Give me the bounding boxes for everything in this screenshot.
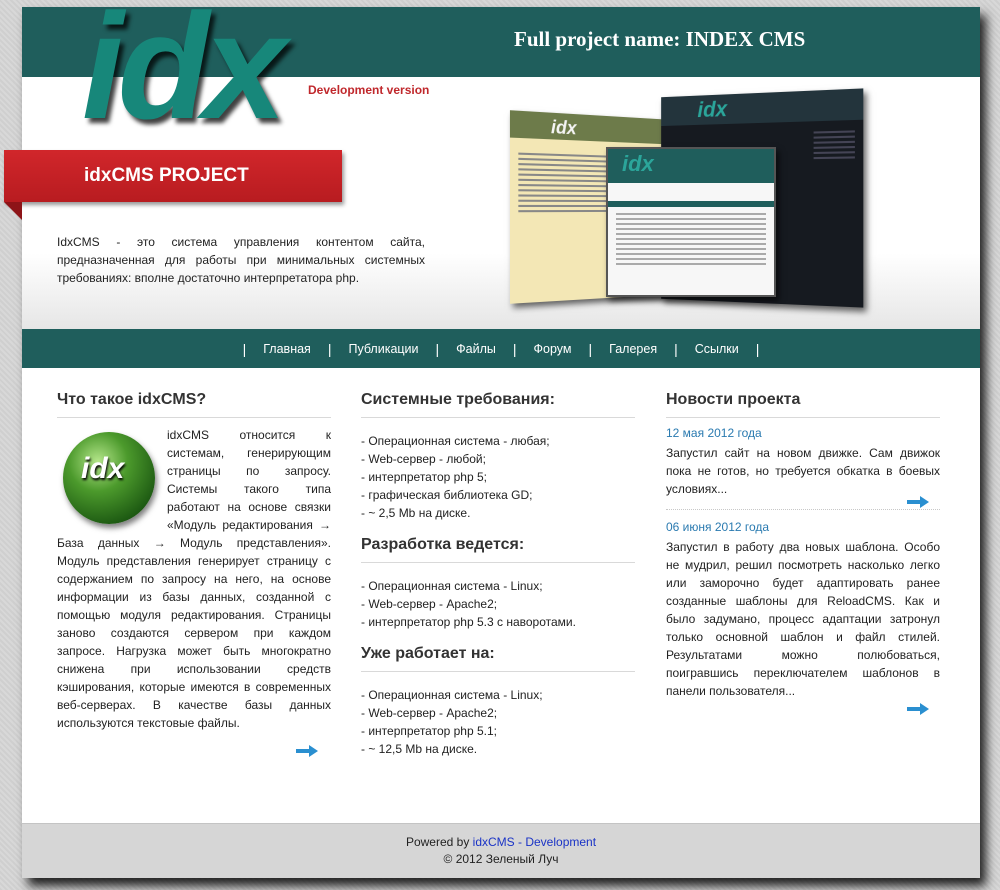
nav-item-links[interactable]: Ссылки	[680, 342, 754, 356]
news-text: Запустил сайт на новом движке. Сам движо…	[666, 446, 940, 496]
nav-item-gallery[interactable]: Галерея	[594, 342, 672, 356]
news-text: Запустил в работу два новых шаблона. Осо…	[666, 540, 940, 698]
requirements-column: Системные требования: - Операционная сис…	[361, 391, 635, 772]
list-item: - интерпретатор php 5.3 с наворотами.	[361, 615, 576, 629]
collage-lines	[616, 213, 766, 268]
ribbon-fold	[4, 202, 22, 220]
list-item: - Web-сервер - любой;	[361, 452, 486, 466]
list-item: - ~ 12,5 Mb на диске.	[361, 742, 478, 756]
collage-logo: idx	[697, 96, 728, 122]
nav-item-publications[interactable]: Публикации	[333, 342, 433, 356]
news-date[interactable]: 12 мая 2012 года	[666, 426, 940, 440]
nav-separator: |	[242, 340, 247, 357]
read-more-arrow-icon[interactable]	[907, 496, 929, 508]
collage-nav-bar	[608, 201, 774, 207]
collage-logo: idx	[550, 116, 577, 139]
ribbon-label: idxCMS PROJECT	[84, 165, 249, 186]
read-more-arrow-icon[interactable]	[296, 745, 318, 757]
list-item: - ~ 2,5 Mb на диске.	[361, 506, 471, 520]
dev-version-label: Development version	[308, 83, 430, 97]
list-item: - Операционная система - Linux;	[361, 688, 543, 702]
list-item: - Операционная система - любая;	[361, 434, 550, 448]
news-date[interactable]: 06 июня 2012 года	[666, 520, 940, 534]
about-title: Что такое idxCMS?	[57, 391, 331, 418]
nav-separator: |	[674, 340, 678, 357]
nav-item-home[interactable]: Главная	[248, 342, 326, 356]
idx-logo[interactable]: idx	[82, 0, 287, 141]
news-divider	[666, 498, 940, 510]
list-item: - Web-сервер - Apache2;	[361, 706, 498, 720]
template-screenshot-teal: idx	[606, 147, 776, 297]
read-more-arrow-icon[interactable]	[907, 703, 929, 715]
nav-item-forum[interactable]: Форум	[519, 342, 587, 356]
footer: Powered by idxCMS - Development © 2012 З…	[22, 823, 980, 878]
list-item: - Web-сервер - Apache2;	[361, 597, 498, 611]
nav-separator: |	[512, 340, 517, 357]
idxcms-link[interactable]: idxCMS - Development	[473, 835, 596, 849]
collage-lines	[813, 130, 855, 162]
nav-separator: |	[755, 340, 760, 357]
development-title: Разработка ведется:	[361, 536, 635, 563]
development-list: - Операционная система - Linux; - Web-се…	[361, 577, 635, 631]
powered-by-label: Powered by	[405, 835, 470, 849]
nav-separator: |	[327, 340, 332, 357]
nav-item-files[interactable]: Файлы	[441, 342, 511, 356]
news-column: Новости проекта 12 мая 2012 года Запусти…	[666, 391, 940, 700]
works-on-title: Уже работает на:	[361, 645, 635, 672]
ball-logo-text: idx	[81, 452, 125, 485]
requirements-title: Системные требования:	[361, 391, 635, 418]
list-item: - интерпретатор php 5;	[361, 470, 487, 484]
page-frame: Full project name: INDEX CMS idx Develop…	[4, 0, 980, 878]
list-item: - графическая библиотека GD;	[361, 488, 533, 502]
requirements-list: - Операционная система - любая; - Web-се…	[361, 432, 635, 522]
about-column: Что такое idxCMS? idx idxCMS относится к…	[57, 391, 331, 732]
list-item: - Операционная система - Linux;	[361, 579, 543, 593]
collage-logo: idx	[622, 151, 654, 176]
list-item: - интерпретатор php 5.1;	[361, 724, 498, 738]
idx-ball-logo: idx	[63, 432, 155, 524]
project-name-title: Full project name: INDEX CMS	[514, 27, 806, 51]
works-on-list: - Операционная система - Linux; - Web-се…	[361, 686, 635, 758]
powered-by-line: Powered by idxCMS - Development	[22, 834, 980, 851]
about-body: idx idxCMS относится к системам, генерир…	[57, 426, 331, 732]
copyright: © 2012 Зеленый Луч	[443, 852, 559, 866]
nav-separator: |	[588, 340, 593, 357]
main-nav: | Главная | Публикации | Файлы | Форум |…	[22, 329, 980, 368]
intro-text: IdxCMS - это система управления контенто…	[57, 235, 425, 285]
nav-separator: |	[435, 340, 440, 357]
news-title: Новости проекта	[666, 391, 940, 418]
